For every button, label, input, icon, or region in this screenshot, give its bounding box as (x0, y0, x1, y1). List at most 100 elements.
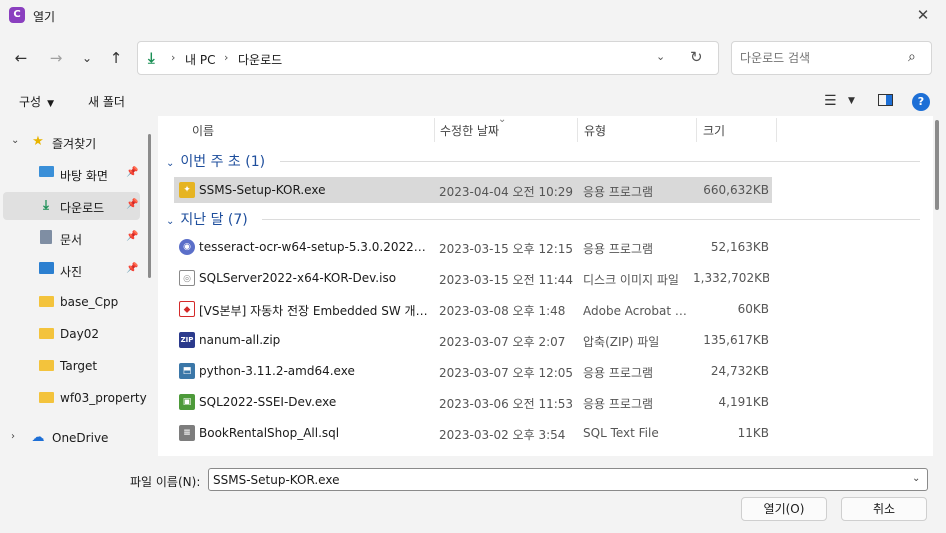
back-button[interactable]: ← (9, 46, 33, 70)
window-title: 열기 (33, 10, 56, 24)
sidebar-item-desktop[interactable]: 바탕 화면 📌 (3, 160, 140, 188)
group-divider (280, 161, 920, 162)
sidebar-item-target[interactable]: Target (3, 352, 140, 380)
column-header-size[interactable]: 크기 (703, 122, 725, 139)
sidebar-item-downloads[interactable]: ⤓ 다운로드 📌 (3, 192, 140, 220)
sort-chevron-icon: ⌄ (498, 116, 507, 125)
file-row[interactable]: ✦ SSMS-Setup-KOR.exe 2023-04-04 오전 10:29… (174, 177, 772, 203)
file-list-scrollbar[interactable] (935, 120, 939, 210)
sidebar-item-favorites[interactable]: ⌄ ★ 즐겨찾기 (3, 128, 140, 156)
breadcrumb-downloads[interactable]: 다운로드 (238, 51, 282, 68)
column-divider[interactable] (696, 118, 697, 142)
file-size: 4,191KB (718, 395, 769, 409)
file-name: SQL2022-SSEI-Dev.exe (199, 395, 337, 409)
column-divider[interactable] (776, 118, 777, 142)
sidebar-item-label: wf03_property (60, 391, 147, 405)
breadcrumb-this-pc[interactable]: 내 PC (185, 51, 215, 68)
folder-icon (38, 390, 54, 406)
chevron-right-icon[interactable]: › (11, 431, 15, 442)
forward-button[interactable]: → (44, 46, 68, 70)
sidebar-scrollbar[interactable] (148, 134, 151, 278)
file-row[interactable]: ⬥ [VS본부] 자동차 전장 Embedded SW 개발자 과정.pdf 2… (174, 296, 772, 322)
breadcrumb-separator: › (224, 51, 229, 64)
close-button[interactable]: ✕ (900, 0, 946, 32)
folder-icon (38, 326, 54, 342)
file-row[interactable]: ◉ tesseract-ocr-w64-setup-5.3.0.20221222… (174, 234, 772, 260)
file-size: 24,732KB (710, 364, 769, 378)
file-date: 2023-03-15 오전 11:44 (439, 273, 574, 287)
pin-icon: 📌 (126, 231, 139, 242)
chevron-down-icon: ⌄ (166, 158, 175, 169)
python-icon: ⬒ (179, 363, 195, 379)
group-label: 이번 주 초 (1) (180, 154, 266, 170)
search-box[interactable]: ⌕ (731, 41, 932, 75)
column-header-name[interactable]: 이름 (192, 122, 214, 139)
group-header-last-month[interactable]: ⌄ 지난 달 (7) (166, 209, 248, 229)
chevron-down-icon[interactable]: ⌄ (11, 135, 19, 146)
file-name: SQLServer2022-x64-KOR-Dev.iso (199, 271, 397, 285)
sql-file-icon: ≡ (179, 425, 195, 441)
sidebar-item-documents[interactable]: 문서 📌 (3, 224, 140, 252)
view-options-icon[interactable]: ☰ (824, 93, 837, 109)
file-row[interactable]: ⬒ python-3.11.2-amd64.exe 2023-03-07 오후 … (174, 358, 772, 384)
file-row[interactable]: ≡ BookRentalShop_All.sql 2023-03-02 오후 3… (174, 420, 772, 446)
group-divider (262, 219, 920, 220)
file-date: 2023-03-06 오전 11:53 (439, 397, 574, 411)
up-button[interactable]: ↑ (104, 46, 128, 70)
sidebar-item-day02[interactable]: Day02 (3, 320, 140, 348)
column-header-type[interactable]: 유형 (584, 122, 606, 139)
disc-image-icon: ◎ (179, 270, 195, 286)
filename-label: 파일 이름(N): (130, 475, 201, 489)
sidebar-item-onedrive[interactable]: › ☁ OneDrive (3, 424, 140, 452)
sidebar-item-pictures[interactable]: 사진 📌 (3, 256, 140, 284)
file-size: 135,617KB (703, 333, 769, 347)
file-type: 디스크 이미지 파일 (583, 273, 679, 287)
help-icon[interactable]: ? (912, 93, 930, 111)
recent-locations-button[interactable]: ⌄ (75, 46, 99, 70)
group-label: 지난 달 (7) (180, 212, 248, 228)
column-divider[interactable] (577, 118, 578, 142)
chevron-down-icon: ▼ (47, 99, 55, 109)
file-type: 압축(ZIP) 파일 (583, 335, 660, 349)
file-date: 2023-03-08 오후 1:48 (439, 304, 566, 318)
file-row[interactable]: ▣ SQL2022-SSEI-Dev.exe 2023-03-06 오전 11:… (174, 389, 772, 415)
filename-combobox[interactable]: ⌄ (208, 468, 928, 491)
search-input[interactable] (740, 49, 900, 67)
file-size: 660,632KB (703, 183, 769, 197)
sidebar-item-base-cpp[interactable]: base_Cpp (3, 288, 140, 316)
new-folder-button[interactable]: 새 폴더 (88, 93, 125, 110)
search-icon[interactable]: ⌕ (908, 49, 916, 65)
document-icon (38, 230, 54, 246)
file-date: 2023-03-07 오후 2:07 (439, 335, 566, 349)
address-bar[interactable]: ⤓ › 내 PC › 다운로드 ⌄ ↻ (137, 41, 719, 75)
pin-icon: 📌 (126, 199, 139, 210)
pin-icon: 📌 (126, 263, 139, 274)
preview-pane-icon[interactable] (878, 94, 893, 110)
chevron-down-icon[interactable]: ⌄ (912, 473, 920, 484)
column-header-date[interactable]: 수정한 날짜 (440, 122, 499, 139)
column-divider[interactable] (434, 118, 435, 142)
sidebar-item-label: 바탕 화면 (60, 169, 108, 183)
pin-icon: 📌 (126, 167, 139, 178)
cloud-icon: ☁ (31, 430, 45, 445)
file-type: 응용 프로그램 (583, 397, 654, 411)
file-row[interactable]: ◎ SQLServer2022-x64-KOR-Dev.iso 2023-03-… (174, 265, 772, 291)
file-date: 2023-03-02 오후 3:54 (439, 428, 566, 442)
address-dropdown-icon[interactable]: ⌄ (656, 50, 665, 63)
file-name: SSMS-Setup-KOR.exe (199, 183, 326, 197)
filename-input[interactable] (213, 471, 903, 488)
open-button[interactable]: 열기(O) (741, 497, 827, 521)
refresh-icon[interactable]: ↻ (690, 48, 703, 66)
view-dropdown-icon[interactable]: ▼ (848, 96, 855, 106)
setup-disc-icon: ◉ (179, 239, 195, 255)
file-row[interactable]: ZIP nanum-all.zip 2023-03-07 오후 2:07 압축(… (174, 327, 772, 353)
organize-button[interactable]: 구성 ▼ (19, 93, 54, 110)
group-header-this-week[interactable]: ⌄ 이번 주 초 (1) (166, 151, 265, 171)
sidebar-item-wf03-property[interactable]: wf03_property (3, 384, 147, 412)
file-list: 이름 수정한 날짜 ⌄ 유형 크기 ⌄ 이번 주 초 (1) ✦ SSMS-Set… (158, 116, 933, 456)
file-size: 52,163KB (710, 240, 769, 254)
picture-icon (38, 262, 54, 278)
cancel-button[interactable]: 취소 (841, 497, 927, 521)
sidebar-item-label: Target (60, 359, 98, 373)
download-icon: ⤓ (43, 198, 49, 213)
